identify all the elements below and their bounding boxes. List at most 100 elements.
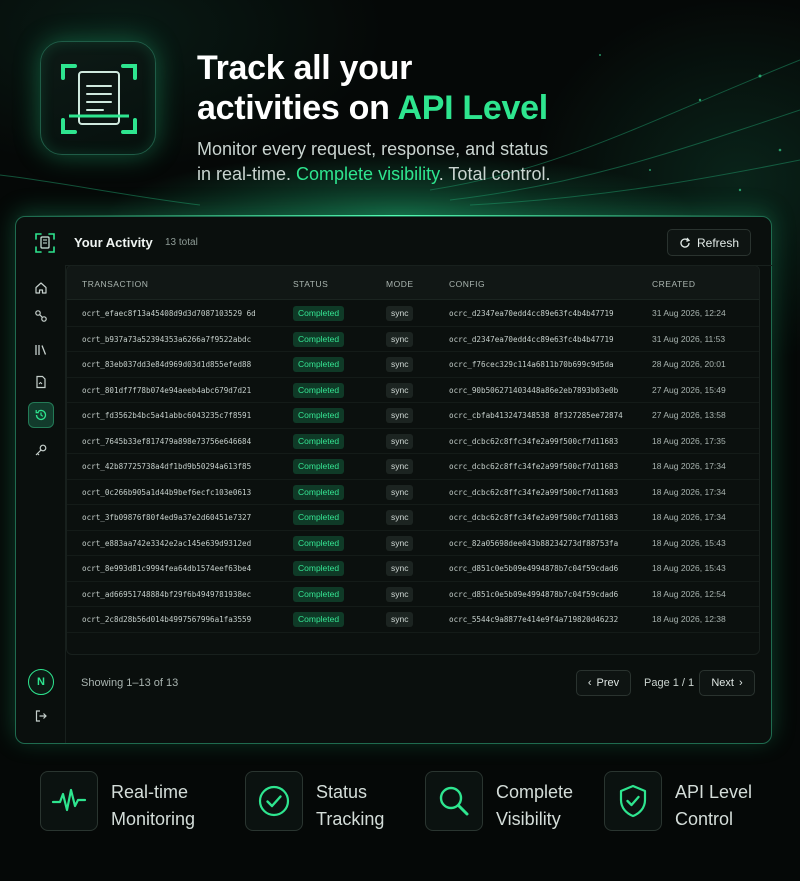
key-icon bbox=[35, 444, 47, 456]
status-badge: Completed bbox=[293, 459, 345, 474]
created-cell: 18 Aug 2026, 17:34 bbox=[652, 461, 726, 471]
transaction-cell: ocrt_7645b33ef817479a898e73756e646684 bbox=[82, 436, 252, 446]
status-badge: Completed bbox=[293, 433, 345, 449]
transaction-cell: ocrt_42b87725738a4df1bd9b50294a613f85 bbox=[82, 462, 252, 471]
config-cell: ocrc_d2347ea70edd4cc89e63fc4b4b47719 bbox=[449, 334, 614, 344]
table-row[interactable]: ocrt_0c266b905a1d44b9bef6ecfc103e0613 Com… bbox=[67, 480, 759, 505]
created-cell: 18 Aug 2026, 12:38 bbox=[652, 614, 726, 624]
table-row[interactable]: ocrt_fd3562b4bc5a41abbc6043235c7f8591 Com… bbox=[67, 403, 759, 429]
feature-icon-box bbox=[40, 771, 98, 831]
status-badge: Completed bbox=[293, 382, 345, 398]
column-header-status: STATUS bbox=[293, 279, 329, 289]
next-page-button[interactable]: Next › bbox=[699, 670, 755, 696]
sidebar-item-integrations[interactable] bbox=[28, 303, 54, 329]
feature-label: API Level Control bbox=[675, 782, 753, 829]
refresh-button[interactable]: Refresh bbox=[667, 229, 751, 256]
logout-button[interactable] bbox=[28, 703, 54, 729]
config-cell: ocrc_f76cec329c114a6811b70b699c9d5da bbox=[449, 360, 614, 369]
feature-status-tracking: Status Tracking bbox=[245, 771, 415, 833]
scan-document-icon bbox=[61, 64, 137, 134]
sidebar: N bbox=[16, 265, 66, 743]
page-indicator: Page 1 / 1 bbox=[644, 677, 695, 689]
transaction-cell: ocrt_8e993d81c9994fea64db1574eef63be4 bbox=[82, 564, 252, 573]
feature-icon-box bbox=[245, 771, 303, 831]
sidebar-item-home[interactable] bbox=[28, 275, 54, 301]
transaction-cell: ocrt_0c266b905a1d44b9bef6ecfc103e0613 bbox=[82, 487, 252, 497]
table-row[interactable]: ocrt_e883aa742e3342e2ac145e639d9312ed Com… bbox=[67, 531, 759, 556]
transaction-cell: ocrt_3fb09876f80f4ed9a37e2d60451e7327 bbox=[82, 513, 252, 522]
column-header-created: CREATED bbox=[652, 279, 696, 289]
feature-label: Real-time Monitoring bbox=[111, 782, 196, 829]
transaction-cell: ocrt_b937a73a52394353a6266a7f9522abdc bbox=[82, 334, 252, 344]
activity-panel: Your Activity 13 total Refresh N TRANSAC… bbox=[15, 216, 772, 744]
config-cell: ocrc_dcbc62c8ffc34fe2a99f500cf7d11683 bbox=[449, 436, 619, 446]
config-cell: ocrc_dcbc62c8ffc34fe2a99f500cf7d11683 bbox=[449, 487, 619, 497]
table-row[interactable]: ocrt_ad66951748884bf29f6b4949781938ec Com… bbox=[67, 582, 759, 607]
library-icon bbox=[35, 345, 47, 355]
integrations-icon bbox=[35, 310, 47, 322]
mode-badge: sync bbox=[386, 357, 414, 372]
sidebar-item-api-keys[interactable] bbox=[28, 437, 54, 463]
table-row[interactable]: ocrt_83eb037dd3e84d969d03d1d855efed88 Com… bbox=[67, 352, 759, 378]
column-header-mode: MODE bbox=[386, 279, 414, 289]
transaction-cell: ocrt_efaec8f13a45408d9d3d7087103529 6d bbox=[82, 309, 256, 318]
table-row[interactable]: ocrt_2c8d28b56d014b4997567996a1fa3559 Com… bbox=[67, 607, 759, 633]
hero-app-logo bbox=[40, 41, 156, 155]
hero-subtitle-line-2: in real-time. Complete visibility. Total… bbox=[197, 164, 551, 184]
table-row[interactable]: ocrt_3fb09876f80f4ed9a37e2d60451e7327 Com… bbox=[67, 505, 759, 531]
created-cell: 18 Aug 2026, 17:34 bbox=[652, 486, 726, 497]
logout-icon bbox=[35, 710, 47, 722]
mode-badge: sync bbox=[386, 484, 414, 500]
prev-page-button[interactable]: ‹ Prev bbox=[576, 670, 631, 696]
created-cell: 31 Aug 2026, 12:24 bbox=[652, 308, 726, 318]
panel-title: Your Activity bbox=[74, 235, 153, 250]
created-cell: 31 Aug 2026, 11:53 bbox=[652, 333, 726, 344]
sidebar-item-library[interactable] bbox=[28, 337, 54, 363]
table-row[interactable]: ocrt_8e993d81c9994fea64db1574eef63be4 Com… bbox=[67, 556, 759, 582]
transaction-cell: ocrt_801df7f78b074e94aeeb4abc679d7d21 bbox=[82, 385, 252, 395]
transaction-cell: ocrt_e883aa742e3342e2ac145e639d9312ed bbox=[82, 538, 252, 548]
table-header: TRANSACTION STATUS MODE CONFIG CREATED bbox=[67, 266, 759, 300]
status-badge: Completed bbox=[293, 357, 345, 372]
mode-badge: sync bbox=[386, 510, 414, 525]
next-label: Next bbox=[711, 677, 734, 689]
config-cell: ocrc_d851c0e5b09e4994878b7c04f59cdad6 bbox=[449, 589, 619, 599]
feature-label: Complete Visibility bbox=[496, 782, 574, 829]
status-badge: Completed bbox=[293, 586, 345, 602]
sidebar-item-documents[interactable] bbox=[28, 369, 54, 395]
feature-realtime-monitoring: Real-time Monitoring bbox=[40, 771, 220, 833]
transaction-cell: ocrt_ad66951748884bf29f6b4949781938ec bbox=[82, 589, 252, 599]
table-row[interactable]: ocrt_efaec8f13a45408d9d3d7087103529 6d Co… bbox=[67, 301, 759, 327]
table-row[interactable]: ocrt_b937a73a52394353a6266a7f9522abdc Com… bbox=[67, 327, 759, 352]
user-avatar[interactable]: N bbox=[28, 669, 54, 695]
mode-badge: sync bbox=[386, 561, 414, 576]
config-cell: ocrc_82a05698dee043b88234273df88753fa bbox=[449, 538, 619, 548]
table-row[interactable]: ocrt_801df7f78b074e94aeeb4abc679d7d21 Com… bbox=[67, 378, 759, 403]
mode-badge: sync bbox=[386, 433, 414, 449]
status-badge: Completed bbox=[293, 408, 345, 423]
feature-icon-box bbox=[425, 771, 483, 831]
pagination-summary: Showing 1–13 of 13 bbox=[81, 677, 179, 689]
feature-icon-box bbox=[604, 771, 662, 831]
sidebar-item-history[interactable] bbox=[28, 402, 54, 428]
column-header-transaction: TRANSACTION bbox=[82, 279, 149, 289]
table-row[interactable]: ocrt_7645b33ef817479a898e73756e646684 Com… bbox=[67, 429, 759, 454]
created-cell: 18 Aug 2026, 17:34 bbox=[652, 512, 726, 522]
status-badge: Completed bbox=[293, 510, 345, 525]
hero-subtitle-line-1: Monitor every request, response, and sta… bbox=[197, 139, 549, 159]
config-cell: ocrc_dcbc62c8ffc34fe2a99f500cf7d11683 bbox=[449, 513, 619, 522]
refresh-icon bbox=[680, 237, 691, 248]
table-row[interactable]: ocrt_42b87725738a4df1bd9b50294a613f85 Com… bbox=[67, 454, 759, 480]
status-badge: Completed bbox=[293, 484, 345, 500]
mode-badge: sync bbox=[386, 586, 414, 602]
created-cell: 18 Aug 2026, 15:43 bbox=[652, 563, 726, 573]
status-badge: Completed bbox=[293, 331, 345, 347]
refresh-label: Refresh bbox=[696, 235, 740, 250]
shield-check-icon bbox=[619, 784, 647, 818]
status-badge: Completed bbox=[293, 612, 345, 627]
created-cell: 27 Aug 2026, 15:49 bbox=[652, 384, 726, 395]
mode-badge: sync bbox=[386, 331, 414, 347]
status-badge: Completed bbox=[293, 306, 345, 321]
config-cell: ocrc_dcbc62c8ffc34fe2a99f500cf7d11683 bbox=[449, 462, 619, 471]
hero-title-line-2: activities on API Level bbox=[197, 89, 548, 127]
